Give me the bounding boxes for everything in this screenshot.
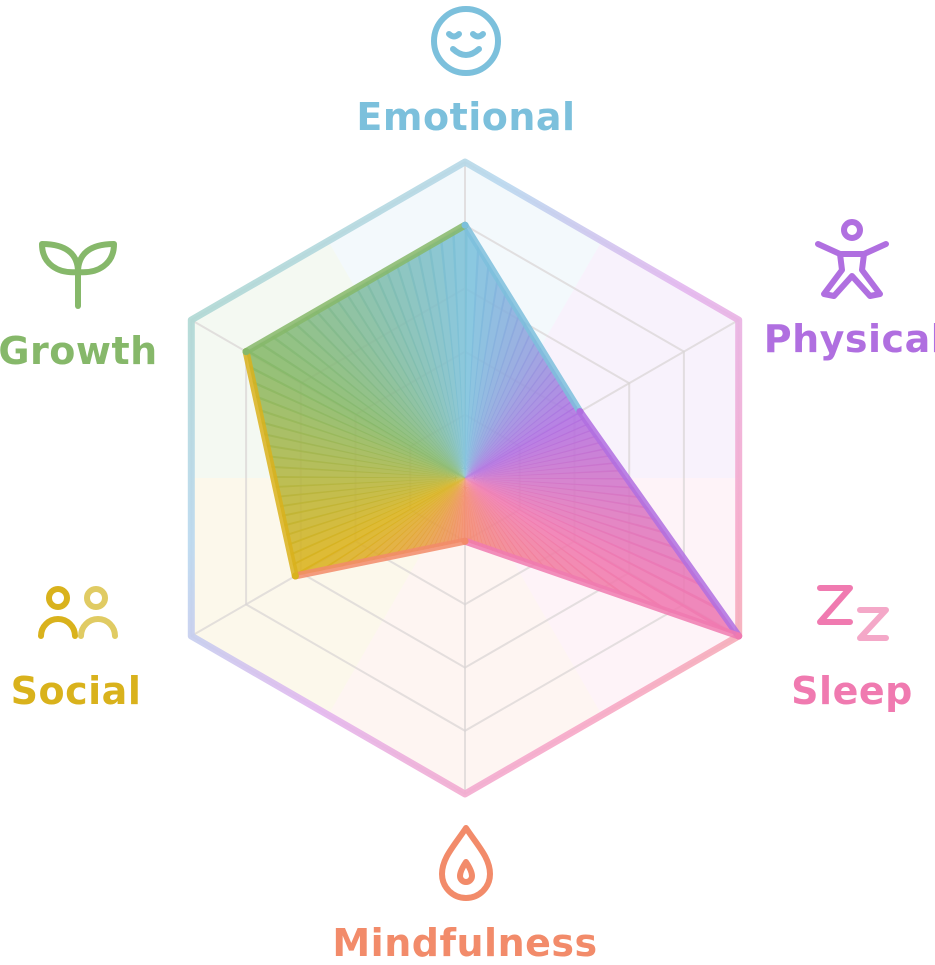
axis-label-sleep: Sleep — [791, 669, 913, 713]
wellbeing-radar-chart: Emotional Physical Sleep Mindfulness Soc… — [0, 0, 935, 964]
sprout-icon — [39, 241, 117, 309]
data-point-sleep — [735, 632, 743, 640]
axis-label-emotional: Emotional — [356, 95, 576, 139]
data-point-growth — [242, 348, 250, 356]
zz-sleep-icon — [817, 585, 889, 641]
data-point-physical — [576, 408, 584, 416]
axis-label-growth: Growth — [0, 329, 158, 373]
axis-label-physical: Physical — [763, 317, 935, 361]
people-icon — [38, 586, 118, 639]
axis-label-mindfulness: Mindfulness — [332, 921, 598, 965]
radar-svg — [187, 158, 743, 798]
drop-icon — [439, 825, 493, 901]
data-point-mindfulness — [461, 537, 469, 545]
person-stretch-icon — [815, 219, 889, 299]
data-point-emotional — [461, 221, 469, 229]
data-point-social — [291, 572, 299, 580]
smiling-face-icon — [431, 6, 501, 76]
axis-label-social: Social — [10, 669, 142, 713]
